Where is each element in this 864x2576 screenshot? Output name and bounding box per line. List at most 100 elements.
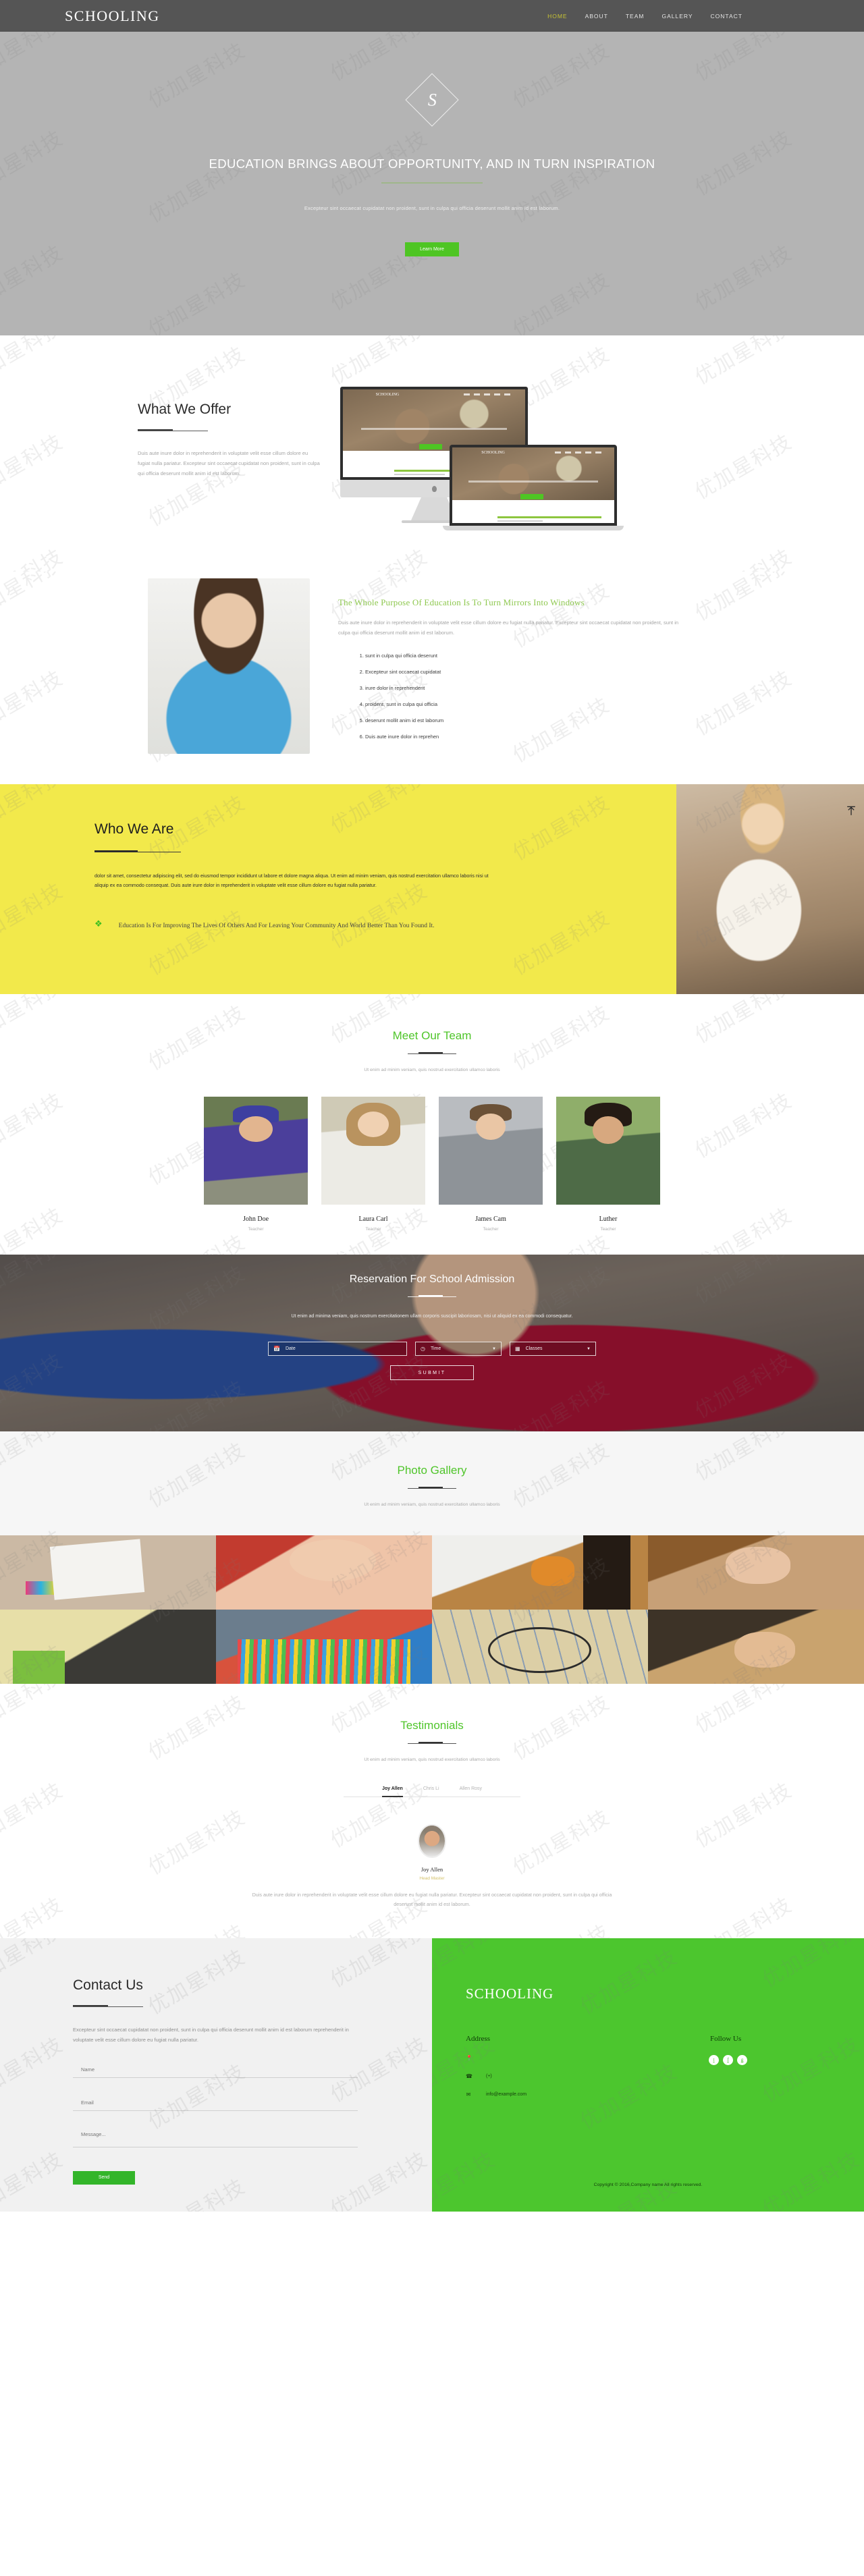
message-textarea[interactable] [73, 2128, 358, 2147]
submit-button[interactable]: SUBMIT [390, 1365, 474, 1381]
contact-body: Excepteur sint occaecat cupidatat non pr… [73, 2026, 349, 2043]
learn-more-button[interactable]: Learn More [405, 242, 459, 256]
team-member-role: Teacher [365, 1226, 381, 1232]
nav-item-home[interactable]: HOME [547, 13, 568, 20]
who-heading: Who We Are [94, 821, 174, 837]
hero-banner: 优加星科技 优加星科技 优加星科技 优加星科技 优加星科技 优加星科技 优加星科技 优加星科技… [0, 32, 864, 335]
list-item: Duis aute inure dolor in reprehen [365, 734, 689, 740]
date-field[interactable]: 📅 Date [268, 1342, 407, 1356]
testimonial-role: Head Master [419, 1875, 445, 1881]
device-mockup-image: SCHOOLING SCHOOLING [335, 383, 632, 545]
chevron-down-icon: ▼ [492, 1346, 496, 1351]
photo-gallery-section: 优加星科技优加星科技优加星科技优加星科技优加星科技优加星科技优加星科技优加星科技… [0, 1431, 864, 1684]
gallery-item[interactable] [432, 1609, 648, 1684]
nav-item-about[interactable]: ABOUT [585, 13, 608, 20]
team-member-name: John Doe [242, 1215, 269, 1223]
main-navigation: HOME ABOUT TEAM GALLERY CONTACT [547, 13, 742, 20]
reservation-section: 优加星科技优加星科技优加星科技优加星科技优加星科技优加星科技优加星科技优加星科技… [0, 1254, 864, 1431]
gallery-item[interactable] [648, 1609, 864, 1684]
reservation-title: Reservation For School Admission [349, 1273, 515, 1285]
time-select[interactable]: ◷ Time ▼ [415, 1342, 502, 1356]
nav-item-team[interactable]: TEAM [626, 13, 645, 20]
team-grid: John Doe Teacher Laura Carl Teacher Jame… [63, 1096, 801, 1232]
list-item: proident, sunt in culpa qui officia [365, 701, 689, 707]
footer-email-line[interactable]: ✉ info@example.com [466, 2091, 709, 2098]
tab-joy-allen[interactable]: Joy Allen [381, 1786, 403, 1797]
team-heading: Meet Our Team [392, 1029, 472, 1042]
apple-logo-icon [431, 485, 437, 492]
copyright-text: Copyright © 2016,Company name All rights… [593, 2182, 703, 2187]
scroll-to-top-button[interactable] [842, 802, 860, 820]
clock-icon: ◷ [421, 1346, 425, 1352]
team-member[interactable]: John Doe Teacher [204, 1096, 308, 1232]
email-input[interactable] [73, 2096, 358, 2111]
offer-body: Duis aute inure dolor in reprehenderit i… [138, 450, 320, 476]
hero-monogram-diamond: S [405, 73, 459, 127]
list-item: Excepteur sint occaecat cupidatat [365, 669, 689, 675]
gallery-item[interactable] [432, 1535, 648, 1610]
testimonial-tabs: Joy Allen Chris Li Allen Rosy [344, 1786, 520, 1797]
hero-subtitle: Excepteur sint occaecat cupidatat non pr… [304, 205, 560, 211]
tab-allen-rosy[interactable]: Allen Rosy [460, 1786, 482, 1791]
team-member[interactable]: Luther Teacher [556, 1096, 660, 1232]
quote-icon: ❖ [94, 918, 103, 929]
date-value: Date [285, 1346, 296, 1352]
name-input[interactable] [73, 2063, 358, 2078]
laptop-mockup: SCHOOLING [443, 445, 624, 530]
gallery-item[interactable] [216, 1535, 432, 1610]
phone-icon: ☎ [466, 2073, 473, 2079]
gallery-item[interactable] [216, 1609, 432, 1684]
list-item: sunt in culpa qui officia deserunt [365, 653, 689, 659]
list-item: irure dolor in reprehenderit [365, 685, 689, 691]
calendar-icon: 📅 [273, 1346, 280, 1352]
footer-social-block: Follow Us t f g [709, 2035, 747, 2098]
tab-chris-li[interactable]: Chris Li [423, 1786, 439, 1791]
gallery-item[interactable] [648, 1535, 864, 1610]
team-divider [408, 1051, 456, 1054]
testimonial-quote: Duis aute irure dolor in reprehenderit i… [252, 1891, 612, 1908]
email-field-wrap [73, 2095, 358, 2111]
nav-item-gallery[interactable]: GALLERY [662, 13, 693, 20]
meet-our-team-section: 优加星科技 优加星科技 优加星科技 优加星科技 优加星科技 优加星科技 优加星科技 优加星科技… [0, 993, 864, 1255]
testimonial-avatar [418, 1824, 446, 1858]
hero-divider [381, 182, 483, 184]
team-member-photo [204, 1096, 308, 1205]
contact-divider [73, 2004, 143, 2007]
gallery-subtitle: Ut enim ad minim veniam, quis nostrud ex… [364, 1502, 500, 1507]
time-value: Time [430, 1346, 441, 1352]
team-member-name: James Cam [475, 1215, 506, 1223]
purpose-body: Duis aute inure dolor in reprehenderit i… [338, 620, 679, 636]
girl-on-chair-image [676, 784, 864, 994]
purpose-heading: The Whole Purpose Of Education Is To Tur… [338, 597, 585, 607]
site-footer: 优加星科技 优加星科技 优加星科技 优加星科技 优加星科技 优加星科技 优加星科技 优加星科技… [432, 1938, 864, 2212]
who-body: dolor sit amet, consectetur adipiscing e… [94, 873, 489, 889]
footer-phone-line: ☎ (+) [466, 2073, 709, 2079]
who-quote-text: Education Is For Improving The Lives Of … [118, 922, 435, 929]
team-member-role: Teacher [248, 1226, 264, 1232]
chevron-down-icon: ▼ [587, 1346, 591, 1351]
team-member[interactable]: James Cam Teacher [439, 1096, 543, 1232]
reservation-fields: 📅 Date ◷ Time ▼ ▦ Classes ▼ [0, 1342, 864, 1356]
classes-select[interactable]: ▦ Classes ▼ [510, 1342, 596, 1356]
team-member[interactable]: Laura Carl Teacher [321, 1096, 425, 1232]
social-icons: t f g [709, 2054, 747, 2065]
list-item: deserunt mollit anim id est laborum [365, 717, 689, 723]
gallery-item[interactable] [0, 1609, 216, 1684]
mock-brand-label-2: SCHOOLING [481, 451, 505, 455]
facebook-icon[interactable]: f [723, 2054, 733, 2065]
reservation-subtitle: Ut enim ad minima veniam, quis nostrum e… [291, 1313, 573, 1319]
site-header: SCHOOLING HOME ABOUT TEAM GALLERY CONTAC… [0, 0, 864, 32]
offer-heading: What We Offer [138, 402, 232, 417]
testimonials-divider [408, 1741, 456, 1744]
google-plus-icon[interactable]: g [737, 2054, 747, 2065]
offer-text-block: What We Offer Duis aute inure dolor in r… [63, 383, 320, 478]
send-button[interactable]: Send [73, 2170, 135, 2185]
footer-brand: SCHOOLING [466, 1985, 554, 2002]
gallery-item[interactable] [0, 1535, 216, 1610]
footer-phone-value: (+) [486, 2073, 492, 2079]
nav-item-contact[interactable]: CONTACT [711, 13, 742, 20]
hero-monogram-letter: S [427, 90, 437, 109]
twitter-icon[interactable]: t [709, 2054, 719, 2065]
site-brand[interactable]: SCHOOLING [65, 7, 160, 25]
team-member-photo [321, 1096, 425, 1205]
